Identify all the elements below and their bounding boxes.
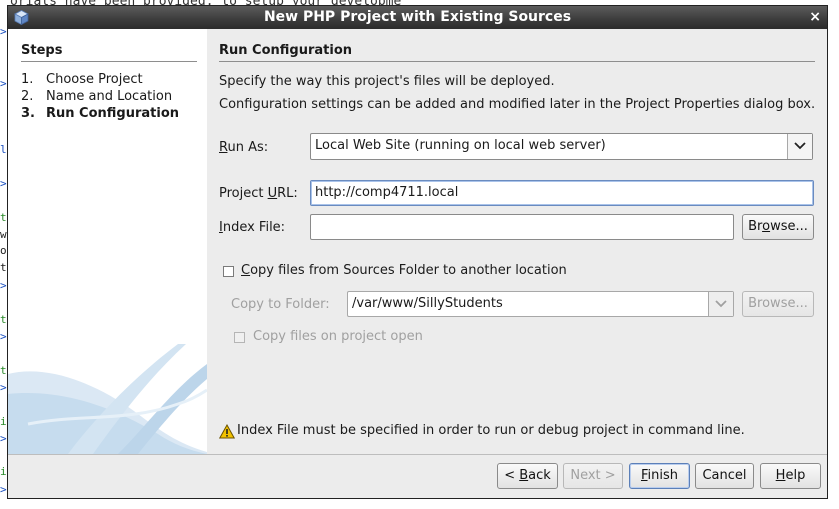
dialog-title: New PHP Project with Existing Sources [263, 9, 572, 25]
index-file-field[interactable] [310, 214, 734, 240]
step-item: 2. Name and Location [21, 88, 179, 105]
index-file-label: Index File: [219, 220, 286, 235]
back-button[interactable]: < Back [497, 463, 558, 489]
steps-panel: Steps 1. Choose Project 2. Name and Locati… [8, 29, 207, 454]
step-number: 3. [21, 106, 35, 121]
divider [219, 61, 815, 62]
step-item-current: 3. Run Configuration [21, 105, 179, 122]
project-url-field[interactable]: http://comp4711.local [310, 180, 814, 206]
steps-heading: Steps [21, 43, 63, 58]
step-label: Choose Project [46, 72, 143, 87]
run-as-select[interactable]: Local Web Site (running on local web ser… [310, 133, 813, 160]
cancel-button[interactable]: Cancel [695, 463, 754, 489]
index-file-browse-button[interactable]: Browse... [742, 214, 814, 240]
run-configuration-panel: Run Configuration Specify the way this p… [207, 29, 827, 454]
copy-to-folder-select[interactable]: /var/www/SillyStudents [347, 291, 734, 317]
next-button[interactable]: Next > [563, 463, 623, 489]
step-label: Name and Location [46, 89, 173, 104]
warning-text: Index File must be specified in order to… [237, 423, 745, 438]
section-title: Run Configuration [219, 43, 353, 58]
chevron-down-icon[interactable] [787, 134, 812, 159]
close-icon[interactable]: × [809, 9, 821, 25]
steps-list: 1. Choose Project 2. Name and Location 3. R… [21, 71, 179, 122]
copy-to-folder-value: /var/www/SillyStudents [352, 296, 503, 311]
help-button[interactable]: Help [760, 463, 821, 489]
copy-to-folder-browse-button[interactable]: Browse... [742, 291, 814, 317]
description-line: Configuration settings can be added and … [219, 97, 816, 112]
project-url-label: Project URL: [219, 186, 298, 201]
decorative-swoosh-graphic [8, 344, 207, 454]
step-item: 1. Choose Project [21, 71, 179, 88]
copy-on-open-label[interactable]: Copy files on project open [253, 329, 423, 344]
button-bar: < Back Next > Finish Cancel Help [8, 455, 827, 498]
step-number: 1. [21, 72, 34, 87]
finish-button[interactable]: Finish [629, 463, 690, 489]
step-number: 2. [21, 89, 34, 104]
chevron-down-icon[interactable] [708, 292, 733, 316]
run-as-value: Local Web Site (running on local web ser… [315, 138, 606, 153]
new-php-project-dialog: New PHP Project with Existing Sources × … [7, 5, 828, 499]
copy-to-folder-label: Copy to Folder: [231, 297, 330, 312]
copy-on-open-checkbox[interactable] [234, 332, 245, 343]
title-bar[interactable]: New PHP Project with Existing Sources × [8, 6, 827, 29]
project-url-value: http://comp4711.local [315, 185, 459, 200]
description-line: Specify the way this project's files wil… [219, 74, 555, 89]
copy-files-label[interactable]: Copy files from Sources Folder to anothe… [241, 263, 567, 278]
divider [21, 61, 197, 62]
warning-icon [219, 424, 235, 439]
run-as-label: Run As: [219, 140, 269, 155]
step-label: Run Configuration [46, 106, 180, 121]
copy-files-checkbox[interactable] [223, 266, 234, 277]
